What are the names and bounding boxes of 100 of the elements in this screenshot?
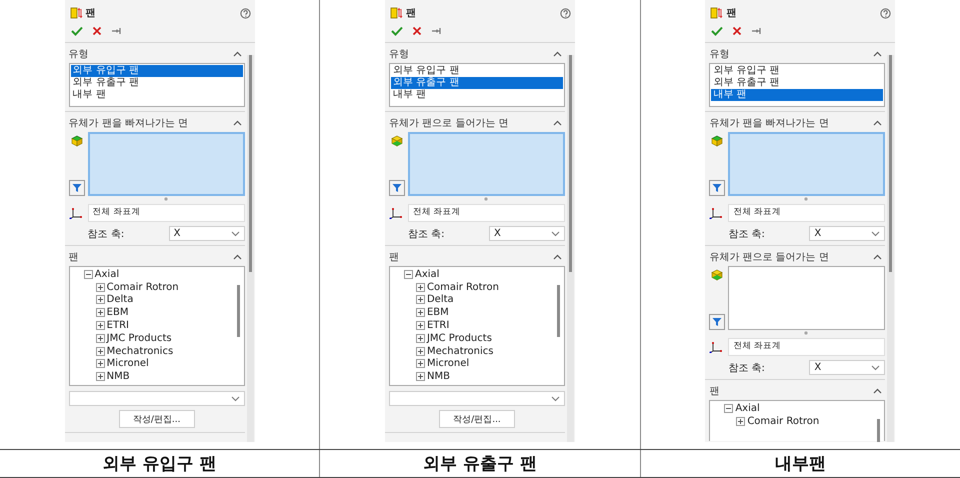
expand-icon[interactable]: [416, 295, 425, 304]
coordinate-field[interactable]: 전체 좌표계: [728, 338, 886, 356]
edit-button[interactable]: 작성/편집...: [118, 410, 195, 428]
list-item[interactable]: 외부 유출구 팬: [711, 77, 884, 89]
tree-item[interactable]: EBM: [106, 307, 128, 318]
expand-icon[interactable]: [416, 308, 425, 318]
filter-icon: [712, 183, 722, 193]
expand-icon[interactable]: [96, 282, 105, 292]
scrollbar[interactable]: [566, 55, 574, 442]
expand-icon[interactable]: [96, 308, 105, 318]
axes-icon: [388, 207, 403, 219]
scrollbar[interactable]: [246, 55, 254, 442]
collapse-icon[interactable]: [232, 254, 242, 260]
tree-item[interactable]: Axial: [735, 402, 760, 414]
expand-icon[interactable]: [416, 372, 425, 382]
axis-label: 참조 축:: [408, 228, 445, 240]
expand-icon[interactable]: [416, 321, 425, 330]
pin-icon[interactable]: [110, 27, 123, 35]
filter-button[interactable]: [388, 180, 405, 196]
collapse-icon[interactable]: [232, 51, 242, 57]
tree-item[interactable]: Comair Rotron: [106, 282, 179, 293]
help-icon[interactable]: [560, 8, 571, 18]
tree-item[interactable]: Micronel: [426, 358, 470, 370]
expand-icon[interactable]: [96, 321, 105, 330]
pin-icon[interactable]: [430, 27, 443, 35]
coordinate-field[interactable]: 전체 좌표계: [88, 204, 245, 222]
tree-item[interactable]: NMB: [426, 371, 450, 382]
close-icon[interactable]: [92, 26, 102, 36]
expand-icon[interactable]: [96, 346, 105, 356]
axes-icon: [709, 341, 724, 353]
filter-button[interactable]: [709, 314, 726, 330]
tree-item[interactable]: Axial: [94, 268, 120, 280]
tree-item[interactable]: ETRI: [106, 320, 129, 332]
filter-button[interactable]: [68, 180, 85, 196]
caret-icon: [550, 396, 560, 402]
collapse-icon[interactable]: [552, 254, 562, 260]
list-item[interactable]: 외부 유입구 팬: [390, 65, 563, 77]
close-icon[interactable]: [732, 26, 742, 36]
resize-handle-icon[interactable]: [164, 197, 168, 201]
collapse-icon[interactable]: [552, 51, 562, 57]
collapse-icon[interactable]: [873, 254, 882, 260]
collapse-icon[interactable]: [873, 120, 882, 126]
tree-item[interactable]: Mechatronics: [106, 346, 174, 357]
collapse-icon[interactable]: [724, 404, 734, 413]
coordinate-field[interactable]: 전체 좌표계: [408, 204, 565, 222]
expand-icon[interactable]: [96, 372, 105, 382]
tree-item[interactable]: NMB: [106, 371, 130, 382]
ok-icon[interactable]: [711, 26, 724, 36]
tree-item[interactable]: Mechatronics: [426, 346, 494, 357]
axis-dropdown[interactable]: X: [168, 226, 245, 241]
expand-icon[interactable]: [96, 359, 105, 368]
list-item[interactable]: 외부 유입구 팬: [711, 65, 884, 77]
collapse-icon[interactable]: [232, 120, 242, 126]
list-item[interactable]: 내부 팬: [390, 89, 563, 101]
scrollbar[interactable]: [887, 55, 894, 442]
edit-button[interactable]: 작성/편집...: [438, 410, 515, 428]
collapse-icon[interactable]: [873, 51, 882, 57]
expand-icon[interactable]: [96, 295, 105, 304]
collapse-icon[interactable]: [404, 270, 413, 279]
collapse-icon[interactable]: [552, 120, 562, 126]
axis-dropdown[interactable]: X: [488, 226, 565, 241]
help-icon[interactable]: [880, 8, 892, 18]
fan-icon: [70, 7, 83, 19]
caption: 외부 유출구 팬: [320, 450, 641, 477]
close-icon[interactable]: [412, 26, 422, 36]
tree-item[interactable]: Delta: [106, 294, 134, 306]
axis-dropdown[interactable]: X: [809, 226, 886, 241]
expand-icon[interactable]: [416, 334, 425, 343]
resize-handle-icon[interactable]: [804, 197, 808, 201]
list-item[interactable]: 내부 팬: [70, 89, 243, 101]
pin-icon[interactable]: [751, 27, 764, 35]
tree-item[interactable]: Axial: [414, 268, 440, 280]
resize-handle-icon[interactable]: [804, 331, 808, 335]
tree-item[interactable]: Comair Rotron: [426, 282, 499, 293]
resize-handle-icon[interactable]: [484, 197, 488, 201]
tree-item[interactable]: JMC Products: [426, 332, 492, 344]
collapse-icon[interactable]: [873, 388, 882, 394]
tree-item[interactable]: JMC Products: [106, 332, 172, 344]
coordinate-field[interactable]: 전체 좌표계: [728, 204, 886, 222]
expand-icon[interactable]: [96, 334, 105, 343]
tree-item[interactable]: Delta: [426, 294, 454, 306]
expand-icon[interactable]: [736, 416, 746, 426]
list-item[interactable]: 내부 팬: [711, 89, 884, 101]
expand-icon[interactable]: [416, 346, 425, 356]
filter-button[interactable]: [709, 180, 726, 196]
expand-icon[interactable]: [416, 282, 425, 292]
expand-icon[interactable]: [416, 359, 425, 368]
tree-item[interactable]: EBM: [426, 307, 449, 318]
filter-icon: [392, 183, 402, 193]
list-item[interactable]: 외부 유출구 팬: [390, 77, 563, 89]
tree-item[interactable]: Micronel: [106, 358, 149, 370]
collapse-icon[interactable]: [84, 270, 93, 279]
ok-icon[interactable]: [70, 26, 83, 36]
ok-icon[interactable]: [390, 26, 403, 36]
list-item[interactable]: 외부 유입구 팬: [70, 65, 243, 77]
help-icon[interactable]: [240, 8, 251, 18]
tree-item[interactable]: ETRI: [426, 320, 450, 332]
axis-dropdown[interactable]: X: [809, 360, 886, 375]
tree-item[interactable]: Comair Rotron: [747, 416, 820, 427]
list-item[interactable]: 외부 유출구 팬: [70, 77, 243, 89]
